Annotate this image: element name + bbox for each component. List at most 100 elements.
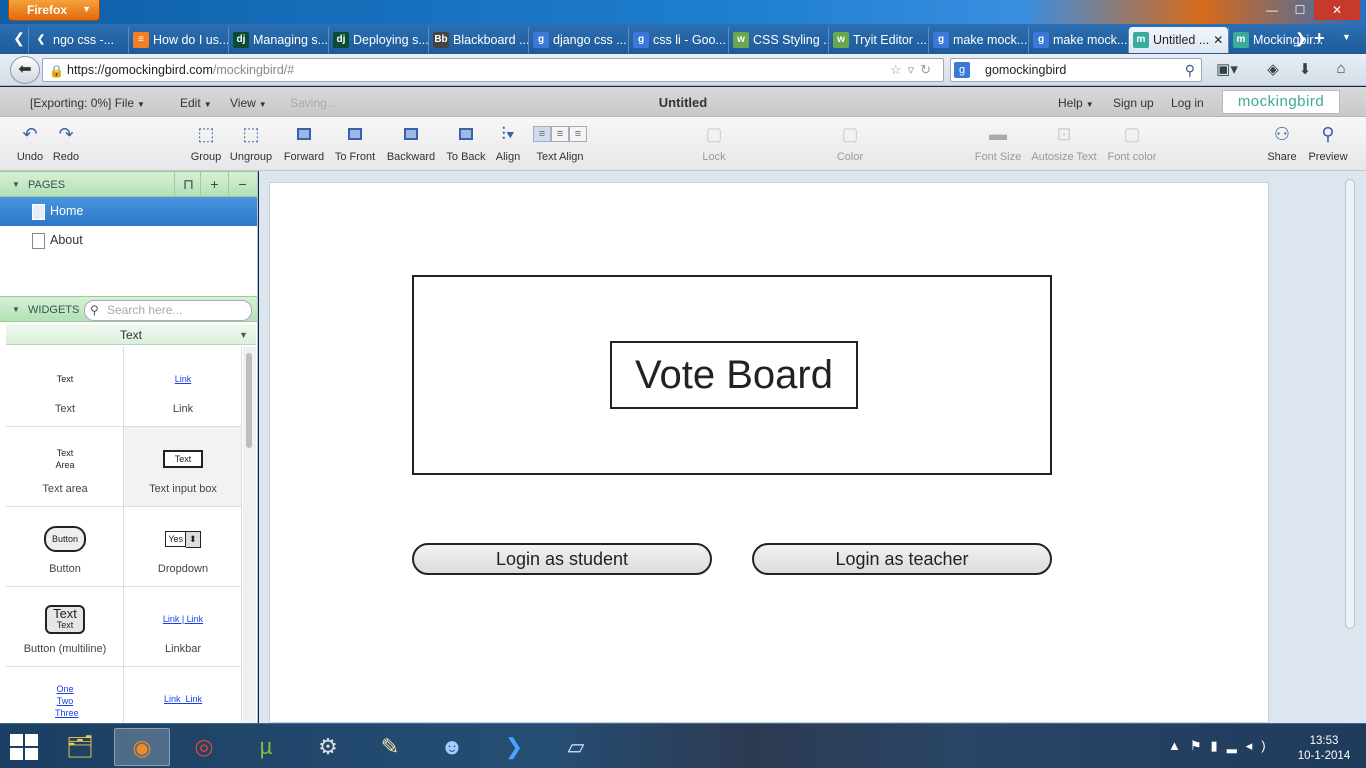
widgets-header[interactable]: ▼ WIDGETS ⚲ Search here... [0, 296, 257, 322]
view-menu[interactable]: View ▼ [230, 96, 267, 110]
redo-button[interactable]: ↷ Redo [48, 123, 84, 163]
ungroup-button[interactable]: ⬚ Ungroup [228, 123, 274, 163]
mockup-canvas[interactable]: Vote Board Login as student Login as tea… [269, 182, 1269, 723]
align-center-icon[interactable]: ≡ [551, 126, 569, 142]
widget-scrollbar[interactable] [243, 347, 256, 723]
align-button[interactable]: ⫶▾ Align [492, 123, 524, 163]
utorrent-icon[interactable]: µ [238, 728, 294, 766]
flag-icon[interactable]: ⚑ [1190, 738, 1211, 753]
tab-list-icon[interactable]: ▼ [1342, 32, 1351, 42]
forward-button[interactable]: Forward [280, 123, 328, 163]
maximize-icon[interactable]: ☐ [1286, 0, 1314, 20]
widget-button-multiline[interactable]: Text Text Button (multiline) [6, 587, 124, 667]
bookmark-star-icon[interactable]: ☆ [890, 62, 908, 77]
pages-header[interactable]: ▼ PAGES ⊓ + − [0, 171, 257, 197]
dropdown-icon[interactable]: ▿ [908, 62, 921, 77]
firefox-icon[interactable]: ◉ [114, 728, 170, 766]
tab-scroll-right-icon[interactable]: ❯ [1294, 30, 1308, 50]
browser-tab[interactable]: w CSS Styling ... [728, 27, 828, 53]
widget-text-input-box[interactable]: Text Text input box [124, 427, 242, 507]
back-arrow-icon[interactable]: ⬅ [10, 56, 40, 84]
minimize-icon[interactable]: — [1258, 0, 1286, 20]
browser-tab[interactable]: g css li - Goo... [628, 27, 728, 53]
browser-tab[interactable]: dj Managing s... [228, 27, 328, 53]
align-right-icon[interactable]: ≡ [569, 126, 587, 142]
autosize-text-button[interactable]: ⊡ Autosize Text [1028, 123, 1100, 163]
mockingbird-logo[interactable]: mockingbird [1222, 90, 1340, 114]
close-tab-icon[interactable]: ✕ [1213, 33, 1223, 47]
to-back-button[interactable]: To Back [444, 123, 488, 163]
group-button[interactable]: ⬚ Group [186, 123, 226, 163]
widget-link-row[interactable]: Link Link [124, 667, 242, 723]
help-menu[interactable]: Help ▼ [1058, 96, 1094, 110]
align-left-icon[interactable]: ≡ [533, 126, 551, 142]
browser-tab[interactable]: w Tryit Editor ... [828, 27, 928, 53]
to-front-button[interactable]: To Front [332, 123, 378, 163]
tab-scroll-left-icon[interactable]: ❮ [12, 30, 26, 50]
collapse-triangle-icon[interactable]: ▼ [12, 180, 20, 189]
close-window-icon[interactable]: ✕ [1314, 0, 1360, 20]
widget-button[interactable]: Button Button [6, 507, 124, 587]
canvas-scrollbar[interactable] [1345, 179, 1355, 629]
search-input[interactable]: gomockingbird [985, 63, 1066, 77]
browser-tab[interactable]: ❮ ngo css -... [28, 27, 128, 53]
mockup-login-teacher-button[interactable]: Login as teacher [752, 543, 1052, 575]
widget-text[interactable]: Text Text [6, 347, 124, 427]
color-button[interactable]: ▢ Color [832, 123, 868, 163]
firefox-menu-button[interactable]: Firefox ▼ [8, 0, 100, 21]
widget-dropdown[interactable]: Yes ⬍ Dropdown [124, 507, 242, 587]
widget-text-area[interactable]: Text Area Text area [6, 427, 124, 507]
add-page-icon[interactable]: + [200, 172, 228, 196]
mockup-title-box[interactable]: Vote Board [610, 341, 858, 409]
bookmarks-menu-icon[interactable]: ▣▾ [1216, 60, 1238, 80]
undo-button[interactable]: ↶ Undo [12, 123, 48, 163]
file-explorer-icon[interactable]: 🗂 [52, 728, 108, 766]
widget-category-select[interactable]: Text ▼ [6, 325, 256, 345]
widget-search-input[interactable]: ⚲ Search here... [84, 300, 252, 321]
system-clock[interactable]: 13:53 10-1-2014 [1292, 734, 1356, 764]
collapse-triangle-icon[interactable]: ▼ [12, 305, 20, 314]
volume-icon[interactable]: ◂) [1246, 738, 1275, 753]
remove-page-icon[interactable]: − [228, 172, 256, 196]
browser-tab[interactable]: ≡ How do I us... [128, 27, 228, 53]
browser-tab[interactable]: dj Deploying s... [328, 27, 428, 53]
notes-icon[interactable]: ▱ [548, 728, 604, 766]
font-size-control[interactable]: ▬ Font Size [972, 123, 1024, 163]
login-link[interactable]: Log in [1171, 96, 1204, 110]
mockup-header-panel[interactable]: Vote Board [412, 275, 1052, 475]
edit-menu[interactable]: Edit ▼ [180, 96, 212, 110]
chrome-icon[interactable]: ◎ [176, 728, 232, 766]
file-menu[interactable]: [Exporting: 0%] File ▼ [30, 96, 145, 110]
page-item-home[interactable]: Home [0, 197, 257, 226]
widget-link-list[interactable]: One Two Three [6, 667, 124, 723]
reload-icon[interactable]: ↻ [920, 62, 937, 77]
notepad-icon[interactable]: ✎ [362, 728, 418, 766]
download-icon[interactable]: ⬇ [1294, 60, 1316, 80]
app-icon[interactable]: ☻ [424, 728, 480, 766]
addon-icon[interactable]: ◈ [1262, 60, 1284, 80]
signup-link[interactable]: Sign up [1113, 96, 1154, 110]
browser-tab[interactable]: g django css ... [528, 27, 628, 53]
address-bar[interactable]: 🔒 https://gomockingbird.com/mockingbird/… [42, 58, 944, 82]
start-button[interactable] [10, 734, 38, 760]
network-icon[interactable]: ▂ [1227, 738, 1246, 753]
mockup-login-student-button[interactable]: Login as student [412, 543, 712, 575]
google-icon[interactable]: g [954, 62, 970, 78]
preview-button[interactable]: ⚲ Preview [1306, 123, 1350, 163]
show-hidden-icon[interactable]: ▲ [1168, 738, 1190, 753]
steam-icon[interactable]: ⚙ [300, 728, 356, 766]
search-bar[interactable]: g gomockingbird ⚲ [950, 58, 1202, 82]
browser-tab[interactable]: g make mock... [928, 27, 1028, 53]
lock-page-icon[interactable]: ⊓ [174, 172, 202, 196]
new-tab-icon[interactable]: + [1314, 28, 1325, 49]
browser-tab[interactable]: g make mock... [1028, 27, 1128, 53]
backward-button[interactable]: Backward [384, 123, 438, 163]
font-color-button[interactable]: ▢ Font color [1104, 123, 1160, 163]
text-align-control[interactable]: ≡ ≡ ≡ Text Align [532, 123, 588, 163]
home-icon[interactable]: ⌂ [1330, 60, 1352, 80]
powershell-icon[interactable]: ❯ [486, 728, 542, 766]
scrollbar-thumb[interactable] [246, 353, 252, 448]
page-item-about[interactable]: About [0, 226, 257, 255]
lock-button[interactable]: ▢ Lock [696, 123, 732, 163]
search-icon[interactable]: ⚲ [1185, 59, 1195, 81]
